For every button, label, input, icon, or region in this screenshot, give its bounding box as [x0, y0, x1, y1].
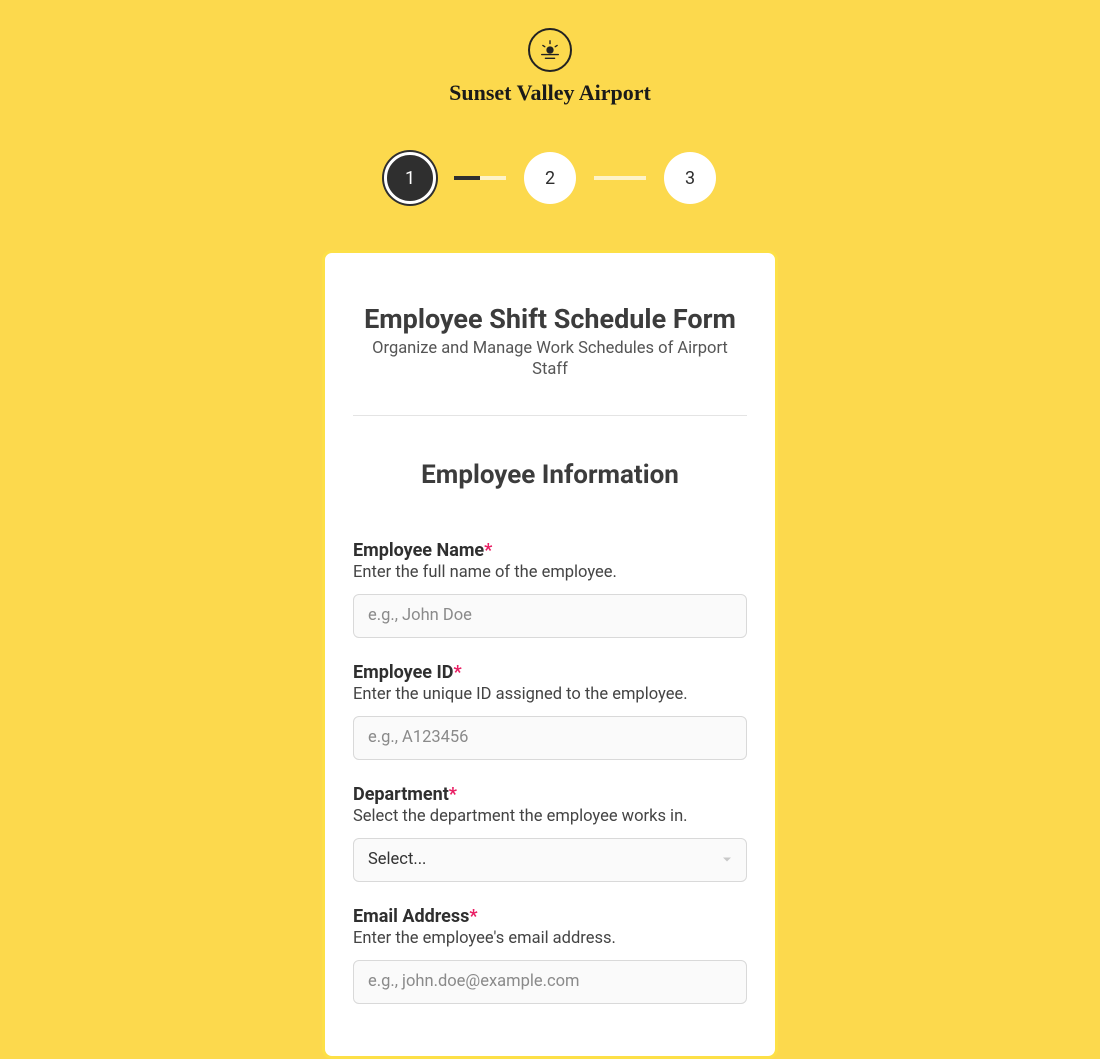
step-connector-2-3 [594, 176, 646, 180]
brand-logo-icon [528, 28, 572, 72]
employee-id-input[interactable] [353, 716, 747, 760]
brand-title: Sunset Valley Airport [449, 80, 651, 106]
field-department: Department* Select the department the em… [353, 784, 747, 882]
label-text: Employee Name [353, 540, 484, 561]
department-label: Department* [353, 784, 747, 805]
step-1[interactable]: 1 [384, 152, 436, 204]
employee-id-label: Employee ID* [353, 662, 747, 683]
employee-name-input[interactable] [353, 594, 747, 638]
stepper: 1 2 3 [384, 152, 716, 204]
field-employee-name: Employee Name* Enter the full name of th… [353, 540, 747, 638]
required-marker: * [453, 662, 461, 683]
step-connector-1-2 [454, 176, 506, 180]
form-title: Employee Shift Schedule Form [353, 303, 747, 335]
step-3[interactable]: 3 [664, 152, 716, 204]
step-2[interactable]: 2 [524, 152, 576, 204]
employee-name-help: Enter the full name of the employee. [353, 563, 747, 582]
sun-haze-icon [539, 39, 561, 61]
employee-name-label: Employee Name* [353, 540, 747, 561]
label-text: Employee ID [353, 662, 453, 683]
department-help: Select the department the employee works… [353, 807, 747, 826]
field-email: Email Address* Enter the employee's emai… [353, 906, 747, 1004]
required-marker: * [449, 784, 457, 805]
form-subtitle: Organize and Manage Work Schedules of Ai… [353, 339, 747, 380]
email-label: Email Address* [353, 906, 747, 927]
required-marker: * [484, 540, 492, 561]
divider [353, 415, 747, 416]
label-text: Department [353, 784, 449, 805]
required-marker: * [469, 906, 477, 927]
employee-id-help: Enter the unique ID assigned to the empl… [353, 685, 747, 704]
section-title: Employee Information [353, 460, 747, 490]
form-card: Employee Shift Schedule Form Organize an… [322, 250, 778, 1059]
email-help: Enter the employee's email address. [353, 929, 747, 948]
field-employee-id: Employee ID* Enter the unique ID assigne… [353, 662, 747, 760]
department-select[interactable]: Select... [353, 838, 747, 882]
label-text: Email Address [353, 906, 469, 927]
email-input[interactable] [353, 960, 747, 1004]
